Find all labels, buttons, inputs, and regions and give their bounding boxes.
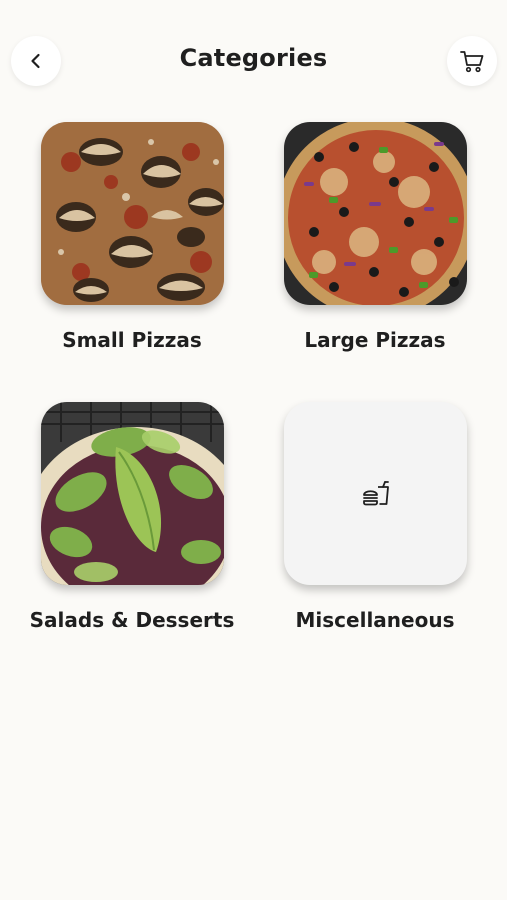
categories-screen: Categories Small Pizzas Large Pizzas Sal… [0, 0, 507, 900]
supreme-pizza-photo [284, 122, 467, 305]
fastfood-icon [362, 480, 389, 505]
category-label: Miscellaneous [295, 608, 455, 632]
category-tile-miscellaneous[interactable] [284, 402, 467, 585]
page-title: Categories [179, 44, 328, 72]
category-tile-salads-desserts[interactable] [41, 402, 224, 585]
green-salad-photo [41, 402, 224, 585]
cart-button[interactable] [447, 36, 497, 86]
mushroom-pizza-photo [41, 122, 224, 305]
top-bar: Categories [0, 0, 507, 120]
category-label: Large Pizzas [304, 328, 446, 352]
category-tile-large-pizzas[interactable] [284, 122, 467, 305]
shopping-cart-icon [460, 51, 484, 73]
category-label: Small Pizzas [62, 328, 202, 352]
category-tile-small-pizzas[interactable] [41, 122, 224, 305]
category-label: Salads & Desserts [29, 608, 235, 632]
